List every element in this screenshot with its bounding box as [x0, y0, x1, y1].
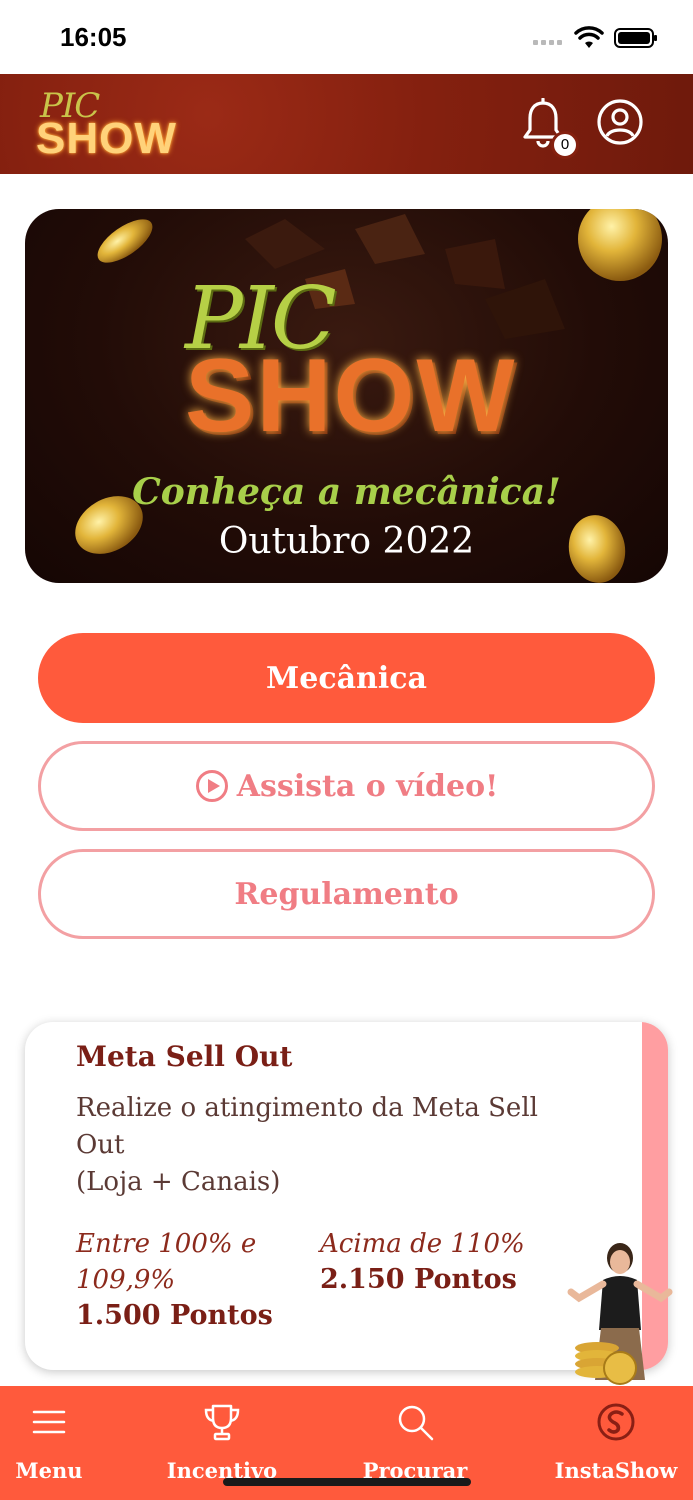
status-bar: 16:05: [0, 0, 693, 74]
play-circle-icon: [195, 770, 228, 802]
coin-icon: [578, 209, 662, 281]
watch-video-label: Assista o vídeo!: [236, 768, 499, 804]
banner-tagline: Conheça a mecânica!: [132, 471, 561, 513]
banner-logo-show: SHOW: [185, 338, 517, 454]
goal-tier: Acima de 110% 2.150 Pontos: [320, 1226, 560, 1298]
wifi-icon: [574, 26, 604, 48]
nav-instashow[interactable]: InstaShow: [548, 1386, 684, 1500]
tier-points: 2.150 Pontos: [320, 1264, 517, 1295]
trophy-icon: [204, 1404, 240, 1441]
card-description-line: Realize o atingimento da Meta Sell Out: [76, 1093, 538, 1160]
banner-date: Outubro 2022: [218, 521, 475, 562]
goal-tier: Entre 100% e 109,9% 1.500 Pontos: [76, 1226, 296, 1334]
card-description: Realize o atingimento da Meta Sell Out (…: [76, 1090, 566, 1201]
nav-menu[interactable]: Menu: [8, 1386, 90, 1500]
picshow-logo[interactable]: PIC SHOW: [36, 86, 186, 166]
promo-banner[interactable]: PIC SHOW Conheça a mecânica! Outubro 202…: [25, 209, 668, 583]
instashow-logo-icon: [597, 1403, 635, 1441]
regulation-button[interactable]: Regulamento: [38, 849, 655, 939]
tier-range: Acima de 110%: [320, 1229, 525, 1259]
coin-icon: [97, 219, 153, 263]
home-indicator: [223, 1478, 471, 1486]
logo-show-text: SHOW: [36, 114, 177, 163]
app-header: PIC SHOW: [0, 74, 693, 174]
tier-range: Entre 100% e 109,9%: [76, 1229, 257, 1295]
notification-badge: 0: [551, 131, 579, 159]
regulation-button-label: Regulamento: [234, 876, 459, 912]
watch-video-button[interactable]: Assista o vídeo!: [38, 741, 655, 831]
cellular-signal-icon: [533, 40, 565, 48]
nav-label: InstaShow: [554, 1458, 678, 1483]
user-profile-icon[interactable]: [596, 98, 644, 146]
card-title: Meta Sell Out: [76, 1040, 293, 1073]
hamburger-icon: [32, 1410, 66, 1434]
mascot-woman-with-coins: [567, 1243, 673, 1385]
tier-points: 1.500 Pontos: [76, 1300, 273, 1331]
status-time: 16:05: [60, 22, 127, 52]
nav-label: Menu: [15, 1458, 83, 1483]
mechanics-button-label: Mecânica: [266, 660, 427, 696]
search-icon: [398, 1405, 434, 1441]
mechanics-button[interactable]: Mecânica: [38, 633, 655, 723]
card-description-line: (Loja + Canais): [76, 1167, 281, 1197]
battery-icon: [614, 28, 657, 48]
